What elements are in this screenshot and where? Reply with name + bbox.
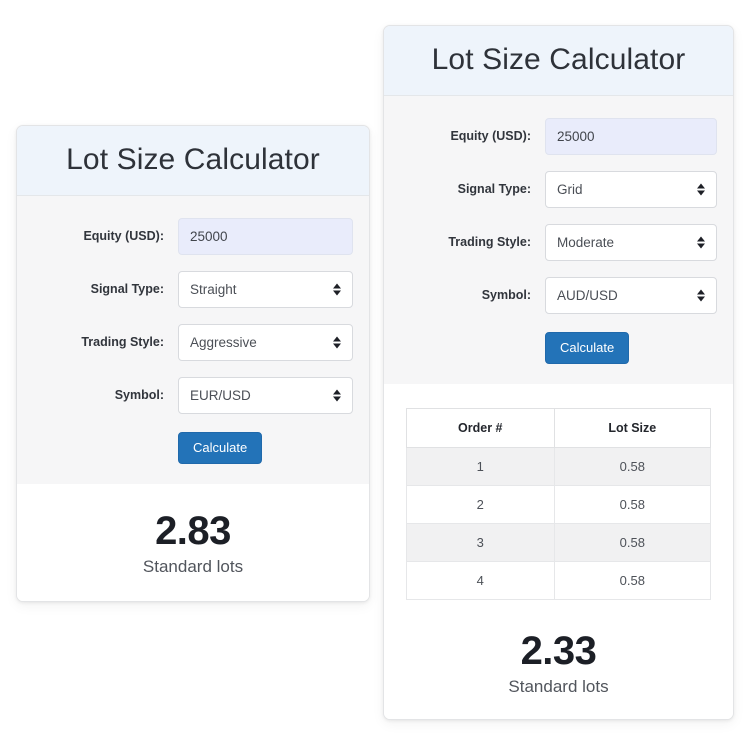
chevron-updown-icon	[696, 182, 705, 197]
cell-order: 2	[406, 484, 555, 524]
calculator-form-right: Equity (USD): Signal Type: Grid Trading …	[384, 95, 733, 384]
table-body: 1 0.58 2 0.58 3 0.58 4 0.58	[406, 446, 712, 600]
result-value: 2.33	[520, 628, 597, 673]
equity-field-wrap	[545, 117, 717, 155]
signal-type-select[interactable]: Straight	[178, 270, 353, 308]
cell-order: 1	[406, 446, 555, 486]
form-row-signal-type: Signal Type: Straight	[33, 270, 353, 308]
calculate-button[interactable]: Calculate	[545, 331, 630, 364]
result-section-right: 2.33 Standard lots	[384, 603, 733, 719]
signal-type-select[interactable]: Grid	[545, 170, 717, 208]
trading-style-select[interactable]: Moderate	[545, 223, 717, 261]
calculate-button-row: Calculate	[400, 331, 717, 364]
lot-size-table: Order # Lot Size 1 0.58 2 0.58 3 0.58 4 …	[406, 407, 712, 600]
symbol-value: AUD/USD	[557, 287, 618, 303]
form-row-trading-style: Trading Style: Moderate	[400, 223, 717, 261]
form-row-trading-style: Trading Style: Aggressive	[33, 323, 353, 361]
symbol-select[interactable]: EUR/USD	[178, 376, 353, 414]
trading-style-label: Trading Style:	[448, 235, 531, 250]
calculator-form-left: Equity (USD): Signal Type: Straight Trad…	[17, 195, 369, 484]
page-root: Lot Size Calculator Equity (USD): Signal…	[0, 0, 750, 750]
signal-type-field-wrap: Straight	[178, 270, 353, 308]
symbol-label: Symbol:	[114, 388, 164, 403]
form-row-equity: Equity (USD):	[33, 217, 353, 255]
lot-size-calculator-card-left: Lot Size Calculator Equity (USD): Signal…	[16, 125, 370, 602]
table-row: 1 0.58	[406, 446, 712, 486]
signal-type-label: Signal Type:	[457, 182, 531, 197]
table-header-row: Order # Lot Size	[406, 407, 712, 448]
trading-style-field-wrap: Aggressive	[178, 323, 353, 361]
symbol-field-wrap: EUR/USD	[178, 376, 353, 414]
result-label: Standard lots	[142, 556, 244, 576]
equity-input[interactable]	[178, 217, 353, 255]
cell-order: 3	[406, 522, 555, 562]
trading-style-value: Aggressive	[190, 334, 257, 350]
calculate-button[interactable]: Calculate	[178, 431, 263, 464]
column-header-lot-size: Lot Size	[553, 407, 712, 448]
form-row-symbol: Symbol: AUD/USD	[400, 276, 717, 314]
cell-lot-size: 0.58	[553, 560, 712, 600]
trading-style-label: Trading Style:	[81, 335, 164, 350]
page-title: Lot Size Calculator	[66, 143, 320, 176]
calculate-button-row: Calculate	[33, 431, 353, 464]
chevron-updown-icon	[332, 335, 341, 350]
cell-lot-size: 0.58	[553, 522, 712, 562]
cell-lot-size: 0.58	[553, 484, 712, 524]
card-header-right: Lot Size Calculator	[384, 26, 733, 96]
equity-label: Equity (USD):	[83, 229, 164, 244]
signal-type-field-wrap: Grid	[545, 170, 717, 208]
symbol-label: Symbol:	[481, 288, 531, 303]
chevron-updown-icon	[696, 288, 705, 303]
equity-input[interactable]	[545, 117, 717, 155]
form-row-signal-type: Signal Type: Grid	[400, 170, 717, 208]
symbol-field-wrap: AUD/USD	[545, 276, 717, 314]
result-label: Standard lots	[508, 676, 609, 696]
chevron-updown-icon	[332, 282, 341, 297]
signal-type-value: Grid	[557, 181, 583, 197]
equity-field-wrap	[178, 217, 353, 255]
card-header-left: Lot Size Calculator	[17, 126, 369, 196]
button-spacer	[400, 332, 545, 364]
form-row-symbol: Symbol: EUR/USD	[33, 376, 353, 414]
trading-style-field-wrap: Moderate	[545, 223, 717, 261]
page-title: Lot Size Calculator	[431, 43, 686, 76]
signal-type-value: Straight	[190, 281, 237, 297]
symbol-select[interactable]: AUD/USD	[545, 276, 717, 314]
equity-label: Equity (USD):	[450, 129, 531, 144]
cell-lot-size: 0.58	[553, 446, 712, 486]
column-header-order: Order #	[406, 407, 555, 448]
button-spacer	[33, 432, 178, 464]
table-row: 3 0.58	[406, 522, 712, 562]
trading-style-select[interactable]: Aggressive	[178, 323, 353, 361]
signal-type-label: Signal Type:	[90, 282, 164, 297]
cell-order: 4	[406, 560, 555, 600]
table-row: 4 0.58	[406, 560, 712, 600]
form-row-equity: Equity (USD):	[400, 117, 717, 155]
result-section-left: 2.83 Standard lots	[17, 483, 369, 601]
table-row: 2 0.58	[406, 484, 712, 524]
result-value: 2.83	[155, 508, 231, 553]
trading-style-value: Moderate	[557, 234, 615, 250]
lot-size-table-wrap: Order # Lot Size 1 0.58 2 0.58 3 0.58 4 …	[384, 383, 733, 604]
symbol-value: EUR/USD	[190, 387, 251, 403]
lot-size-calculator-card-right: Lot Size Calculator Equity (USD): Signal…	[383, 25, 734, 720]
chevron-updown-icon	[696, 235, 705, 250]
table-head: Order # Lot Size	[406, 407, 712, 448]
chevron-updown-icon	[332, 388, 341, 403]
